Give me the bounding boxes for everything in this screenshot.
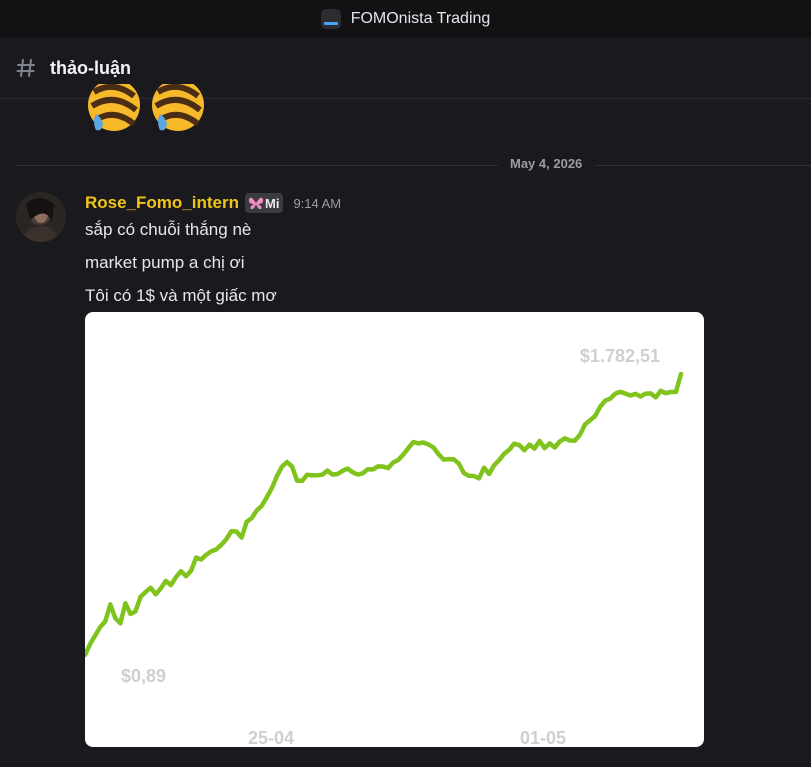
role-badge[interactable]: Mi [244, 193, 284, 213]
min-price-label: $0,89 [121, 666, 166, 686]
channel-name: thảo-luận [50, 57, 131, 78]
message-line: Tôi có 1$ và một giấc mơ [85, 286, 277, 305]
title-bar: FOMOnista Trading [0, 0, 811, 38]
price-chart: $1.782,51 $0,89 25-04 01-05 [85, 346, 684, 747]
message-timestamp: 9:14 AM [293, 195, 342, 211]
hashtag-icon [16, 59, 35, 77]
price-series-line [85, 371, 684, 658]
butterfly-icon [248, 197, 264, 210]
badge-label: Mi [264, 195, 280, 211]
x-tick-label: 01-05 [520, 728, 566, 747]
emoji-reactions-row [84, 84, 208, 134]
username[interactable]: Rose_Fomo_intern [85, 193, 239, 213]
max-price-label: $1.782,51 [580, 346, 660, 366]
chart-image-attachment[interactable]: $1.782,51 $0,89 25-04 01-05 [85, 312, 704, 747]
app-title: FOMOnista Trading [350, 10, 491, 27]
date-divider [16, 165, 811, 166]
date-divider-label: May 4, 2026 [498, 156, 595, 171]
x-tick-label: 25-04 [248, 728, 294, 747]
message-line: sắp có chuỗi thắng nè [85, 220, 252, 239]
message-header: Rose_Fomo_intern Mi 9:14 AM [85, 193, 341, 213]
sweat-smile-emoji-icon [88, 84, 140, 131]
sweat-smile-emoji-icon [152, 84, 204, 131]
app-logo-icon [320, 9, 341, 29]
avatar[interactable] [16, 192, 66, 242]
message-line: market pump a chị ơi [85, 253, 245, 272]
avatar-photo [16, 192, 66, 242]
